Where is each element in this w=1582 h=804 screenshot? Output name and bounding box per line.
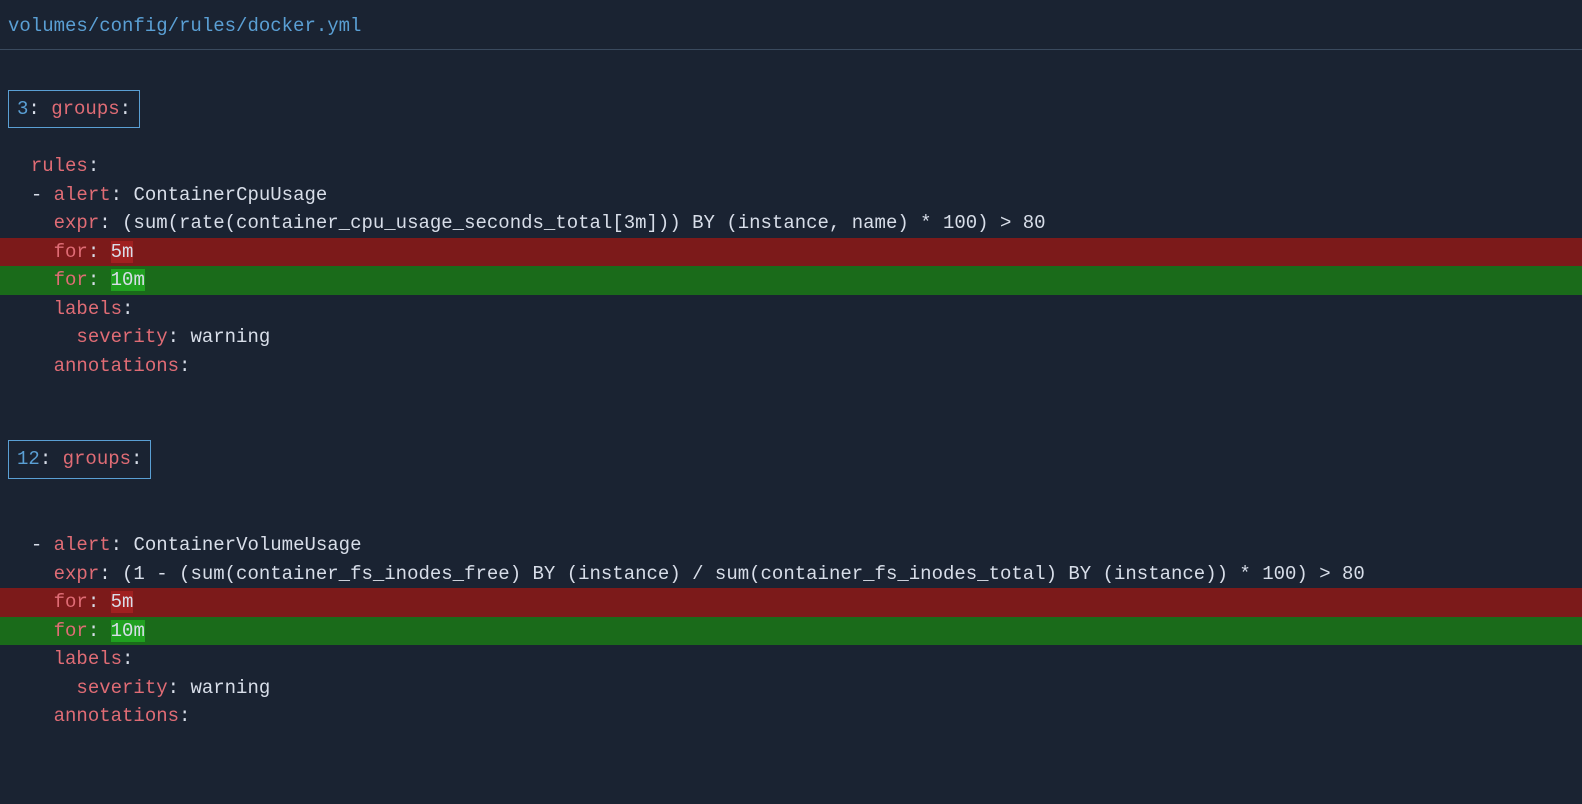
yaml-key: for (54, 591, 88, 613)
yaml-key: expr (54, 212, 100, 234)
diff-line-added: for: 10m (0, 617, 1582, 646)
hunk-line-number: 3 (17, 98, 28, 120)
hunk-key: groups (63, 448, 131, 470)
yaml-colon: : (179, 705, 190, 727)
yaml-colon: : (122, 648, 133, 670)
hunk-colon: : (28, 98, 51, 120)
yaml-value: ContainerCpuUsage (133, 184, 327, 206)
yaml-value: 10m (111, 269, 145, 291)
yaml-value: 5m (111, 241, 134, 263)
diff-line-removed: for: 5m (0, 588, 1582, 617)
yaml-key: rules (31, 155, 88, 177)
yaml-colon: : (168, 677, 191, 699)
yaml-colon: : (168, 326, 191, 348)
yaml-colon: : (88, 155, 99, 177)
diff-line-context: - alert: ContainerVolumeUsage (0, 531, 1582, 560)
yaml-colon: : (88, 241, 111, 263)
diff-line-context: severity: warning (0, 323, 1582, 352)
indent (8, 648, 54, 670)
yaml-colon: : (88, 591, 111, 613)
hunk-1: 12: groups: - alert: ContainerVolumeUsag… (0, 440, 1582, 731)
hunk-spacer (0, 380, 1582, 440)
yaml-key: alert (54, 184, 111, 206)
indent (8, 355, 54, 377)
yaml-colon: : (99, 212, 122, 234)
yaml-dash: - (31, 534, 54, 556)
diff-line-context: annotations: (0, 702, 1582, 731)
yaml-key: for (54, 269, 88, 291)
hunk-header: 3: groups: (8, 90, 140, 129)
yaml-key: annotations (54, 355, 179, 377)
yaml-key: severity (76, 326, 167, 348)
indent (8, 212, 54, 234)
indent (8, 184, 31, 206)
diff-line-context: expr: (1 - (sum(container_fs_inodes_free… (0, 560, 1582, 589)
yaml-value: (1 - (sum(container_fs_inodes_free) BY (… (122, 563, 1365, 585)
indent (8, 677, 76, 699)
indent (8, 563, 54, 585)
diff-line-context: severity: warning (0, 674, 1582, 703)
diff-line-context: expr: (sum(rate(container_cpu_usage_seco… (0, 209, 1582, 238)
yaml-key: annotations (54, 705, 179, 727)
yaml-colon: : (88, 620, 111, 642)
yaml-key: severity (76, 677, 167, 699)
yaml-colon: : (99, 563, 122, 585)
blank-line (0, 503, 1582, 532)
indent (8, 705, 54, 727)
diff-line-added: for: 10m (0, 266, 1582, 295)
diff-line-context: labels: (0, 645, 1582, 674)
hunk-header: 12: groups: (8, 440, 151, 479)
file-path-text: volumes/config/rules/docker.yml (8, 15, 361, 37)
yaml-colon: : (111, 534, 134, 556)
yaml-key: for (54, 241, 88, 263)
yaml-colon: : (179, 355, 190, 377)
diff-line-context: annotations: (0, 352, 1582, 381)
hunk-colon: : (40, 448, 63, 470)
yaml-key: expr (54, 563, 100, 585)
yaml-key: labels (54, 648, 122, 670)
diff-line-removed: for: 5m (0, 238, 1582, 267)
diff-line-context: rules: (0, 152, 1582, 181)
yaml-colon: : (111, 184, 134, 206)
yaml-key: for (54, 620, 88, 642)
yaml-colon: : (88, 269, 111, 291)
indent (8, 298, 54, 320)
yaml-value: warning (190, 677, 270, 699)
yaml-colon: : (122, 298, 133, 320)
yaml-value: warning (190, 326, 270, 348)
diff-line-context: - alert: ContainerCpuUsage (0, 181, 1582, 210)
indent (8, 241, 54, 263)
yaml-key: alert (54, 534, 111, 556)
indent (8, 269, 54, 291)
yaml-dash: - (31, 184, 54, 206)
yaml-value: (sum(rate(container_cpu_usage_seconds_to… (122, 212, 1046, 234)
hunk-lines: - alert: ContainerVolumeUsage expr: (1 -… (0, 503, 1582, 731)
file-path-header: volumes/config/rules/docker.yml (0, 0, 1582, 50)
hunk-lines: rules: - alert: ContainerCpuUsage expr: … (0, 152, 1582, 380)
yaml-value: ContainerVolumeUsage (133, 534, 361, 556)
hunk-key: groups (51, 98, 119, 120)
diff-container: 3: groups: rules: - alert: ContainerCpuU… (0, 50, 1582, 731)
yaml-value: 10m (111, 620, 145, 642)
indent (8, 534, 31, 556)
yaml-value: 5m (111, 591, 134, 613)
hunk-line-number: 12 (17, 448, 40, 470)
indent (8, 326, 76, 348)
hunk-trailing-colon: : (120, 98, 131, 120)
diff-line-context: labels: (0, 295, 1582, 324)
indent (8, 620, 54, 642)
hunk-0: 3: groups: rules: - alert: ContainerCpuU… (0, 90, 1582, 381)
hunk-trailing-colon: : (131, 448, 142, 470)
yaml-key: labels (54, 298, 122, 320)
indent (8, 155, 31, 177)
indent (8, 591, 54, 613)
